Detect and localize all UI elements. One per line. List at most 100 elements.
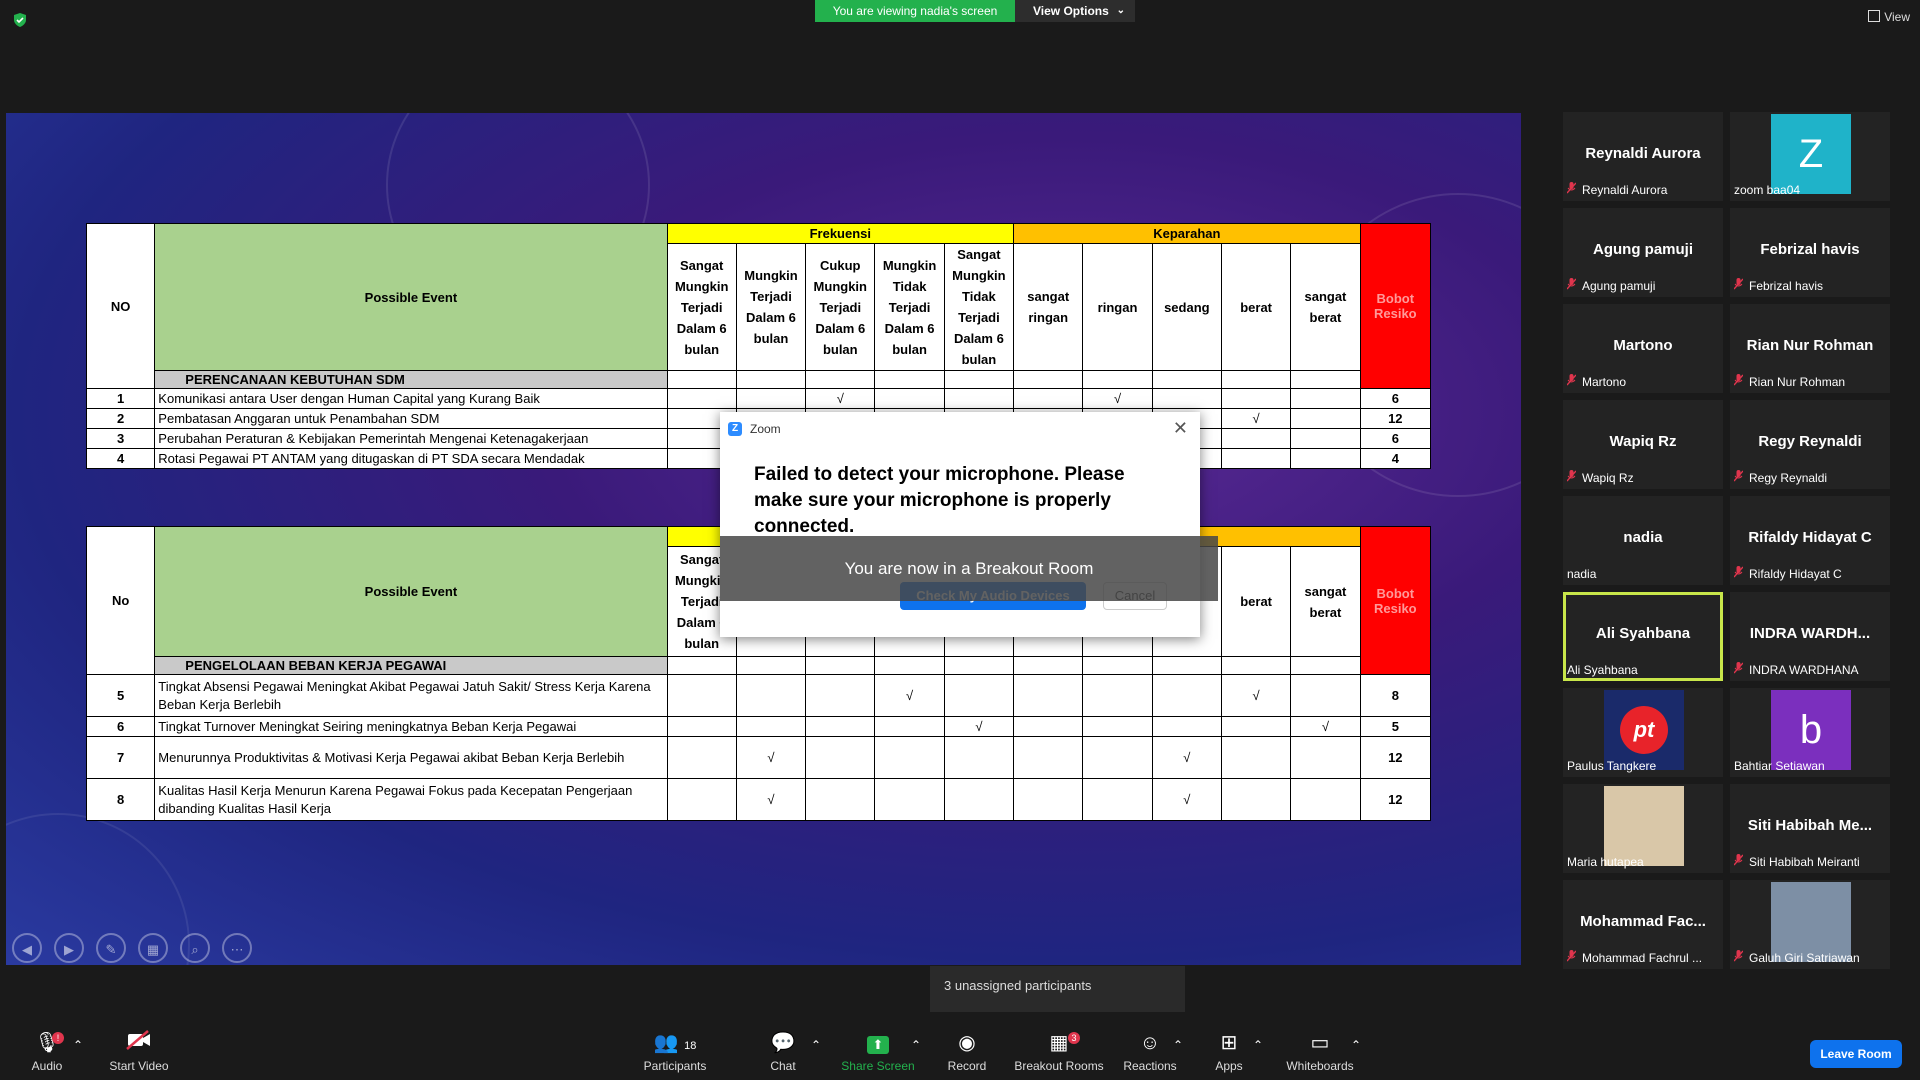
participant-tile[interactable]: Febrizal havis Febrizal havis <box>1730 208 1890 297</box>
slide-next-button[interactable]: ▶ <box>54 933 84 963</box>
row-mark-cell <box>666 674 737 717</box>
participant-name: Martono <box>1582 375 1627 389</box>
participant-tile[interactable]: INDRA WARDH... INDRA WARDHANA <box>1730 592 1890 681</box>
muted-mic-icon <box>1566 374 1577 386</box>
row-mark-cell: √ <box>1290 716 1361 737</box>
row-event: Tingkat Turnover Meningkat Seiring menin… <box>154 716 668 737</box>
apps-button[interactable]: ⊞ Apps <box>1206 1030 1252 1073</box>
record-label: Record <box>947 1059 987 1073</box>
audio-button[interactable]: 🎙 Audio ! <box>22 1030 72 1073</box>
participant-name-label: Siti Habibah Meiranti <box>1733 854 1860 869</box>
row-number: 2 <box>85 408 156 429</box>
apps-label: Apps <box>1215 1059 1243 1073</box>
row-mark-cell <box>735 388 807 409</box>
participant-tile[interactable]: pt Paulus Tangkere <box>1563 688 1723 777</box>
row-mark-cell <box>1220 388 1292 409</box>
row-mark-cell <box>735 716 807 737</box>
table-row: 5 Tingkat Absensi Pegawai Meningkat Akiba… <box>85 674 1432 717</box>
row-mark-cell <box>874 736 945 779</box>
participant-tile[interactable]: Rifaldy Hidayat C Rifaldy Hidayat C <box>1730 496 1890 585</box>
whiteboards-options-caret[interactable]: ⌃ <box>1350 1038 1362 1052</box>
start-video-button[interactable]: Start Video <box>104 1030 174 1073</box>
muted-mic-icon <box>1733 566 1744 578</box>
row-mark-cell <box>1220 778 1292 821</box>
participant-name-label: Regy Reynaldi <box>1733 470 1827 485</box>
header-sev-col: sangat berat <box>1290 243 1361 371</box>
record-button[interactable]: ◉ Record <box>942 1030 992 1073</box>
row-mark-cell <box>1290 778 1361 821</box>
row-mark-cell <box>1290 736 1361 779</box>
participant-display-name: Regy Reynaldi <box>1758 433 1862 450</box>
participant-display-name: Siti Habibah Me... <box>1747 817 1873 834</box>
record-icon: ◉ <box>958 1032 976 1054</box>
view-label: View <box>1884 10 1910 24</box>
participant-tile[interactable]: Zzoom baa04 <box>1730 112 1890 201</box>
row-mark-cell: √ <box>1151 778 1222 821</box>
participant-tile[interactable]: b Bahtiar Setiawan <box>1730 688 1890 777</box>
header-sev-col: ringan <box>1082 243 1153 371</box>
participant-tile[interactable]: Ali Syahbana Ali Syahbana <box>1563 592 1723 681</box>
header-keparahan: Keparahan <box>1013 223 1361 244</box>
zoom-logo-icon: Z <box>728 422 742 436</box>
participant-tile[interactable]: Reynaldi Aurora Reynaldi Aurora <box>1563 112 1723 201</box>
participant-tile[interactable]: Maria hutapea <box>1563 784 1723 873</box>
header-freq-col: Cukup Mungkin Terjadi Dalam 6 bulan <box>805 243 876 371</box>
participant-tile[interactable]: Siti Habibah Me... Siti Habibah Meiranti <box>1730 784 1890 873</box>
apps-options-caret[interactable]: ⌃ <box>1252 1038 1264 1052</box>
participant-tile[interactable]: nadia nadia <box>1563 496 1723 585</box>
view-button[interactable]: View <box>1868 10 1910 24</box>
row-event: Kualitas Hasil Kerja Menurun Karena Pega… <box>154 778 668 821</box>
reactions-button[interactable]: ☺ Reactions <box>1122 1030 1178 1073</box>
whiteboards-button[interactable]: ▭ Whiteboards <box>1284 1030 1356 1073</box>
participant-name: nadia <box>1567 567 1597 581</box>
header-no: No <box>85 526 156 675</box>
participant-name-label: zoom baa04 <box>1734 183 1800 197</box>
row-number: 5 <box>85 674 156 717</box>
row-mark-cell: √ <box>943 716 1015 737</box>
participant-tile[interactable]: Agung pamuji Agung pamuji <box>1563 208 1723 297</box>
participant-name-label: nadia <box>1567 567 1596 581</box>
close-icon[interactable]: ✕ <box>1173 418 1188 439</box>
reactions-options-caret[interactable]: ⌃ <box>1172 1038 1184 1052</box>
leave-room-button[interactable]: Leave Room <box>1810 1040 1902 1068</box>
row-mark-cell <box>943 388 1015 409</box>
slide-prev-button[interactable]: ◀ <box>12 933 42 963</box>
pen-icon[interactable]: ✎ <box>96 933 126 963</box>
chevron-down-icon: ⌄ <box>1116 5 1125 16</box>
header-freq-col: Sangat Mungkin Tidak Terjadi Dalam 6 bul… <box>943 243 1015 371</box>
participant-tile[interactable]: Galuh Giri Satriawan <box>1730 880 1890 969</box>
slides-grid-icon[interactable]: ▦ <box>138 933 168 963</box>
row-mark-cell <box>666 716 737 737</box>
participant-tile[interactable]: Regy Reynaldi Regy Reynaldi <box>1730 400 1890 489</box>
row-mark-cell <box>1013 736 1084 779</box>
security-shield-icon[interactable] <box>12 12 28 28</box>
row-mark-cell <box>666 736 737 779</box>
row-mark-cell: √ <box>1220 674 1292 717</box>
breakout-rooms-label: Breakout Rooms <box>1014 1059 1104 1073</box>
participants-button[interactable]: 👥 18 Participants <box>640 1030 710 1073</box>
zoom-icon[interactable]: ⌕ <box>180 933 210 963</box>
more-options-icon[interactable]: ⋯ <box>222 933 252 963</box>
chat-button[interactable]: 💬 Chat <box>758 1030 808 1073</box>
participant-tile[interactable]: Wapiq Rz Wapiq Rz <box>1563 400 1723 489</box>
audio-label: Audio <box>31 1059 63 1073</box>
row-mark-cell <box>1220 448 1292 469</box>
row-risk-weight: 12 <box>1359 408 1432 429</box>
row-risk-weight: 6 <box>1359 388 1432 409</box>
share-screen-button[interactable]: ⬆ Share Screen <box>840 1030 916 1073</box>
participant-tile[interactable]: Mohammad Fac... Mohammad Fachrul ... <box>1563 880 1723 969</box>
row-mark-cell <box>1082 716 1153 737</box>
share-options-caret[interactable]: ⌃ <box>910 1038 922 1052</box>
audio-options-caret[interactable]: ⌃ <box>72 1038 84 1052</box>
participants-label: Participants <box>643 1059 707 1073</box>
view-options-button[interactable]: View Options ⌄ <box>1015 0 1135 22</box>
participant-tile[interactable]: Martono Martono <box>1563 304 1723 393</box>
participant-display-name: Martono <box>1613 337 1673 354</box>
row-mark-cell <box>1013 778 1084 821</box>
row-number: 7 <box>85 736 156 779</box>
participant-tile[interactable]: Rian Nur Rohman Rian Nur Rohman <box>1730 304 1890 393</box>
chat-options-caret[interactable]: ⌃ <box>810 1038 822 1052</box>
row-number: 4 <box>85 448 156 469</box>
row-number: 6 <box>85 716 156 737</box>
breakout-rooms-button[interactable]: ▦ Breakout Rooms 3 <box>1012 1030 1106 1073</box>
